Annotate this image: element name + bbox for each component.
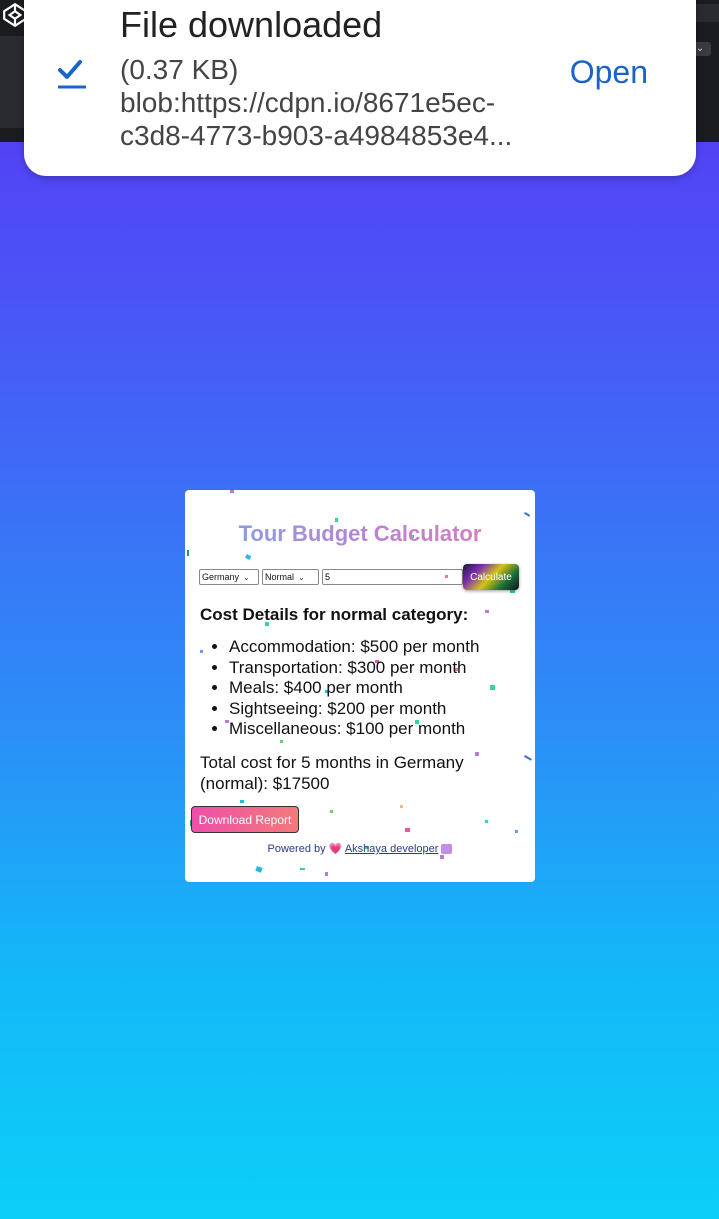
open-button[interactable]: Open bbox=[570, 54, 648, 91]
country-select-value: Germany bbox=[202, 572, 240, 582]
total-cost-text: Total cost for 5 months in Germany (norm… bbox=[200, 753, 464, 793]
budget-calculator-card: Tour Budget Calculator Germany ⌄ Normal … bbox=[185, 490, 535, 882]
calculate-button[interactable]: Calculate bbox=[463, 564, 519, 590]
powered-prefix: Powered by bbox=[267, 843, 326, 855]
calculator-controls: Germany ⌄ Normal ⌄ 5 bbox=[199, 568, 463, 586]
chevron-down-icon: ⌄ bbox=[243, 572, 250, 582]
file-size: (0.37 KB) bbox=[120, 54, 239, 85]
cost-details-heading: Cost Details for normal category: bbox=[200, 605, 469, 624]
gift-icon bbox=[441, 844, 453, 855]
list-item: Accommodation: $500 per month bbox=[229, 637, 479, 658]
download-check-icon bbox=[58, 60, 86, 89]
list-item: Meals: $400 per month bbox=[229, 678, 479, 699]
download-notification: File downloaded (0.37 KB) blob:https://c… bbox=[24, 0, 696, 176]
list-item: Miscellaneous: $100 per month bbox=[229, 719, 479, 740]
heart-icon: 💗 bbox=[328, 843, 343, 855]
category-select[interactable]: Normal ⌄ bbox=[262, 569, 319, 585]
months-input[interactable]: 5 bbox=[322, 569, 463, 585]
list-item: Sightseeing: $200 per month bbox=[229, 699, 479, 720]
download-report-button[interactable]: Download Report bbox=[191, 806, 299, 833]
calculator-title: Tour Budget Calculator bbox=[185, 521, 535, 547]
notification-title: File downloaded bbox=[120, 4, 383, 45]
chevron-down-icon: ⌄ bbox=[298, 572, 305, 582]
cost-list: Accommodation: $500 per month Transporta… bbox=[215, 637, 479, 740]
country-select[interactable]: Germany ⌄ bbox=[199, 569, 259, 585]
powered-by-footer: Powered by 💗 Akshaya developer bbox=[185, 842, 535, 855]
list-item: Transportation: $300 per month bbox=[229, 658, 479, 679]
developer-link[interactable]: Akshaya developer bbox=[345, 843, 439, 855]
category-select-value: Normal bbox=[265, 572, 295, 582]
menu-button[interactable] bbox=[695, 4, 719, 22]
file-url: blob:https://cdpn.io/8671e5ec-c3d8-4773-… bbox=[120, 87, 513, 151]
